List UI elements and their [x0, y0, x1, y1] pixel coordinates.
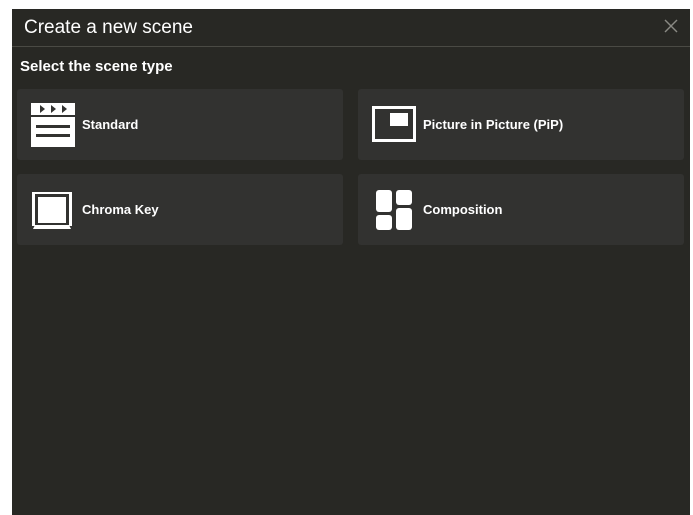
green-screen-icon — [31, 188, 75, 232]
create-scene-dialog: Create a new scene Select the scene type… — [12, 9, 690, 515]
clapperboard-icon — [31, 103, 75, 147]
scene-type-heading: Select the scene type — [20, 58, 173, 75]
scene-type-label: Standard — [82, 117, 139, 132]
composition-grid-icon — [372, 188, 416, 232]
close-icon[interactable] — [662, 17, 680, 35]
scene-type-pip-button[interactable]: Picture in Picture (PiP) — [358, 89, 684, 160]
scene-type-standard-button[interactable]: Standard — [17, 89, 343, 160]
scene-type-composition-button[interactable]: Composition — [358, 174, 684, 245]
dialog-title-bar: Create a new scene — [12, 9, 690, 47]
dialog-title: Create a new scene — [24, 17, 193, 38]
scene-type-label: Picture in Picture (PiP) — [423, 117, 564, 132]
scene-type-chroma-key-button[interactable]: Chroma Key — [17, 174, 343, 245]
scene-type-label: Chroma Key — [82, 202, 159, 217]
picture-in-picture-icon — [372, 103, 416, 147]
scene-type-label: Composition — [423, 202, 503, 217]
